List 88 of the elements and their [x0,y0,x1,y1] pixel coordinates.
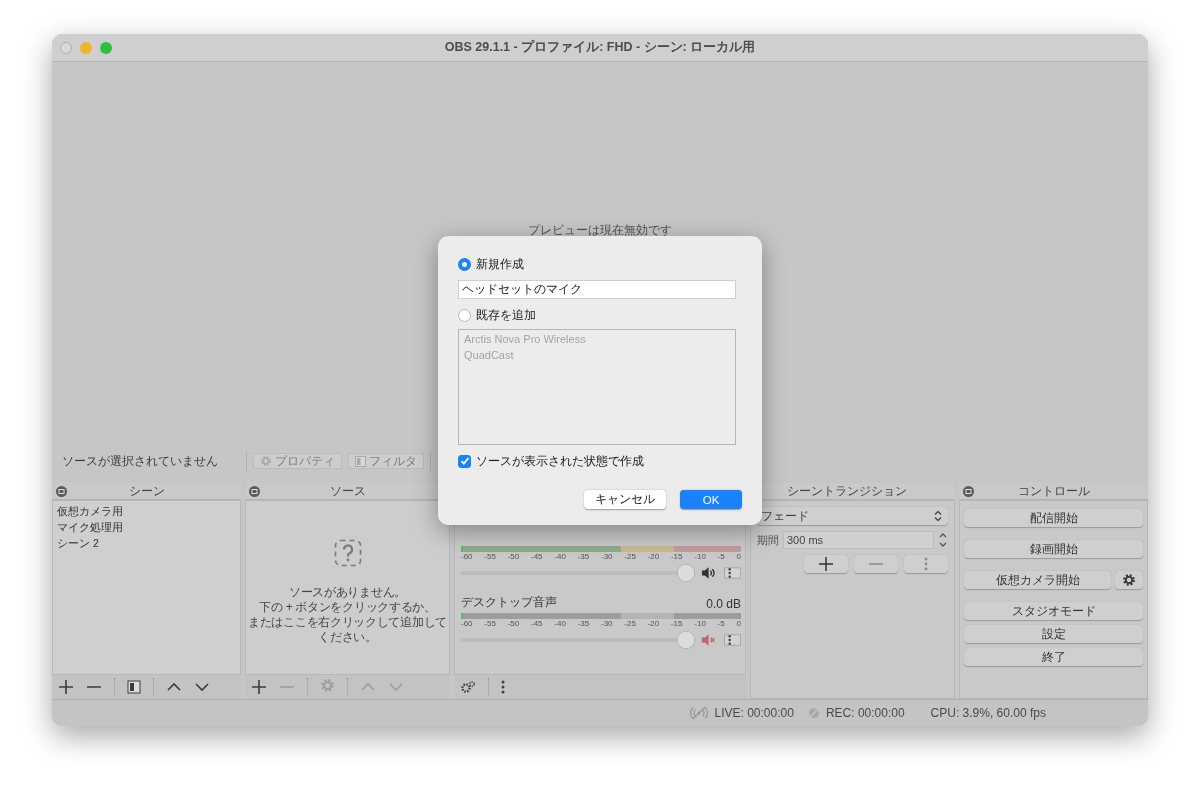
meter-tick-label: -5 [717,552,725,562]
ok-button[interactable]: OK [680,490,742,509]
control-button[interactable]: 設定 [964,625,1143,643]
meter-tick-label: -55 [484,619,496,629]
meter-tick-label: -10 [694,552,706,562]
meter-tick-label: -40 [554,552,566,562]
muted-speaker-icon[interactable] [700,633,716,647]
meter-tick-label: -50 [507,619,520,629]
dock-title: シーン [127,483,166,499]
empty-sources-message: またはここを右クリックして追加して [248,615,447,630]
channel-name: デスクトップ音声 [461,594,557,611]
recording-time: REC: 00:00:00 [825,706,905,720]
stepper-icon[interactable] [938,531,948,549]
meter-tick-label: -20 [647,619,660,629]
dock-title: シーントランジション [786,483,908,499]
name-field[interactable]: ヘッドセットのマイク [458,280,736,299]
preview-message: プレビューは現在無効です [528,223,672,237]
float-icon[interactable] [249,485,260,497]
gear-icon [260,455,272,467]
meter-tick-label: -30 [600,552,613,562]
radio-button[interactable] [458,257,471,271]
scene-item[interactable]: マイク処理用 [57,519,236,535]
meter-tick-label: -20 [647,552,660,562]
more-icon [924,557,928,571]
selection-status: ソースが選択されていません [62,452,218,470]
channel-menu-button[interactable] [723,633,741,647]
float-icon[interactable] [56,485,67,497]
float-icon[interactable] [963,485,974,497]
channel-menu-button[interactable] [723,566,741,580]
meter-tick-label: -25 [624,619,636,629]
control-button[interactable]: スタジオモード [964,602,1143,620]
duration-field[interactable]: 300 ms [783,531,934,549]
duration-label: 期間 [757,532,779,548]
control-button[interactable]: 録画開始 [964,540,1143,558]
meter-tick-label: -55 [484,552,496,562]
window-title: OBS 29.1.1 - プロファイル: FHD - シーン: ローカル用 [444,39,756,56]
channel-reading: 0.0 dB [706,597,741,611]
meter-tick-label: -60 [461,619,473,629]
add-icon[interactable] [251,679,267,695]
meter-tick-label: 0 [736,619,741,629]
checkbox[interactable] [458,454,471,468]
cancel-button[interactable]: キャンセル [584,490,666,509]
meter-tick-label: -25 [624,552,636,562]
record-off-icon [807,707,820,719]
gear-icon [320,677,335,693]
dock-title: コントロール [1016,483,1091,499]
control-button[interactable]: 配信開始 [964,509,1143,527]
meter-tick-label: -45 [531,552,543,562]
meter-tick-label: -10 [694,619,706,629]
gear-icon [1122,573,1136,587]
chevron-icon [934,510,942,522]
checkbox-label: ソースが表示された状態で作成 [476,453,644,469]
control-button[interactable]: 仮想カメラ開始 [964,571,1111,589]
empty-sources-message: 下の + ボタンをクリックするか、 [259,600,436,615]
filter-icon [355,455,366,467]
empty-sources-message: ください。 [318,630,377,645]
add-icon[interactable] [58,679,74,695]
meter-tick-label: -15 [670,619,683,629]
meter-tick-label: -35 [577,619,590,629]
control-button[interactable]: 終了 [964,648,1143,666]
meter-tick-label: -35 [577,552,590,562]
scene-item[interactable]: シーン 2 [57,535,236,551]
filter-icon[interactable] [127,680,141,694]
cpu-usage: CPU: 3.9%, 60.00 fps [930,706,1046,720]
meter-tick-label: 0 [736,552,741,562]
meter-tick-label: -5 [717,619,725,629]
meter-tick-label: -50 [507,552,520,562]
help-icon [333,539,362,567]
speaker-icon[interactable] [700,566,716,580]
empty-sources-message: ソースがありません。 [289,585,406,600]
meter-tick-label: -30 [600,619,613,629]
broadcast-off-icon [690,706,709,720]
option-label: 新規作成 [476,256,524,272]
more-icon[interactable] [501,680,505,694]
meter-tick-label: -45 [531,619,543,629]
live-time: LIVE: 00:00:00 [714,706,794,720]
radio-button[interactable] [458,308,471,322]
add-transition-button[interactable] [804,555,848,573]
scene-item[interactable]: 仮想カメラ用 [57,503,236,519]
transition-select[interactable]: フェード [757,507,948,525]
dock-title: ソース [328,483,367,499]
gears-icon[interactable] [460,680,476,694]
meter-tick-label: -40 [554,619,566,629]
option-label: 既存を追加 [476,307,536,323]
plus-icon [819,557,833,571]
meter-tick-label: -15 [670,552,683,562]
virtual-camera-settings-button[interactable] [1115,571,1143,589]
meter-tick-label: -60 [461,552,473,562]
